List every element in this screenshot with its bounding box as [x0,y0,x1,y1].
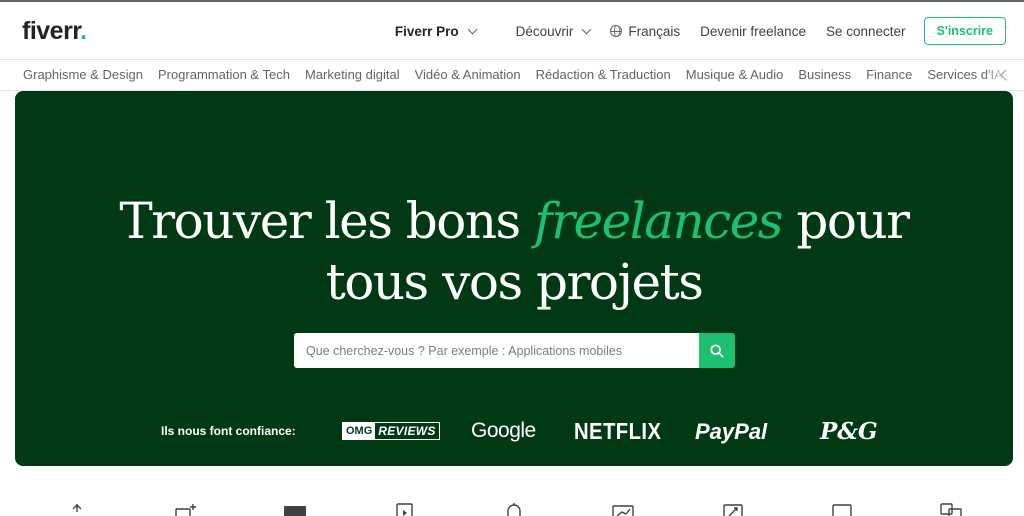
category-menu: Graphisme & Design Programmation & Tech Ma… [0,60,1024,91]
hero-title-part2: pour [781,192,910,250]
search-button[interactable] [699,333,735,368]
logo-text: fiverr [22,17,81,45]
join-button[interactable]: S'inscrire [923,17,1006,45]
popular-categories-row [0,500,1024,516]
image-edit-icon[interactable] [722,502,744,516]
discover-label: Découvrir [515,23,574,39]
become-seller-link[interactable]: Devenir freelance [700,24,806,39]
header-nav: Fiverr Pro Découvrir Français Devenir fr… [395,17,1006,45]
globe-icon [610,25,623,37]
discover-menu[interactable]: Découvrir [515,23,592,39]
category-item[interactable]: Programmation & Tech [158,67,290,82]
top-header: fiverr. Fiverr Pro Découvrir Français De… [0,0,1024,60]
omg-reviews-logo: OMG REVIEWS [342,422,440,440]
category-item[interactable]: Graphisme & Design [23,67,143,82]
monitor-icon[interactable] [831,502,853,516]
paypal-logo: PayPal [695,419,768,444]
video-play-icon[interactable] [394,502,416,516]
fiverr-logo[interactable]: fiverr. [22,17,87,46]
language-selector[interactable]: Français [610,24,680,39]
category-item[interactable]: Musique & Audio [686,67,784,82]
google-logo: Google [471,419,536,442]
category-item[interactable]: Rédaction & Traduction [536,67,671,82]
translate-icon[interactable] [940,502,962,516]
hero-title-accent: freelances [534,192,783,250]
category-list: Graphisme & Design Programmation & Tech Ma… [23,67,1003,82]
search-icon [710,343,724,358]
netflix-logo: NETFLIX [574,418,662,444]
video-block-icon[interactable] [284,502,306,516]
hero-title-part1: Trouver les bons [119,192,535,250]
hero-title-line2: tous vos projets [325,253,704,311]
sign-in-link[interactable]: Se connecter [826,24,906,39]
pg-logo: P&G [820,418,878,445]
category-item[interactable]: Business [798,67,851,82]
chevron-down-icon [467,24,478,34]
chevron-down-icon [581,24,592,34]
become-seller-label: Devenir freelance [700,23,806,39]
trusted-by-label: Ils nous font confiance: [161,424,296,438]
programming-icon[interactable] [66,502,88,516]
bell-icon[interactable] [503,502,525,516]
logo-dot: . [80,17,87,45]
design-sparkle-icon[interactable] [175,502,197,516]
omg-logo-part2: REVIEWS [378,424,436,438]
fiverr-pro-label: Fiverr Pro [394,23,459,39]
category-item[interactable]: Finance [866,67,912,82]
search-bar [294,333,735,368]
hero-banner: Trouver les bons freelances pour tous vo… [15,91,1013,466]
omg-logo-part1: OMG [343,423,376,439]
hero-title: Trouver les bons freelances pour tous vo… [15,191,1013,313]
category-item[interactable]: Marketing digital [305,67,400,82]
sign-in-label: Se connecter [825,23,906,39]
category-item[interactable]: Vidéo & Animation [415,67,521,82]
search-input[interactable] [294,333,699,368]
chart-icon[interactable] [612,502,634,516]
fiverr-pro-menu[interactable]: Fiverr Pro [394,23,478,39]
language-label: Français [628,23,681,39]
